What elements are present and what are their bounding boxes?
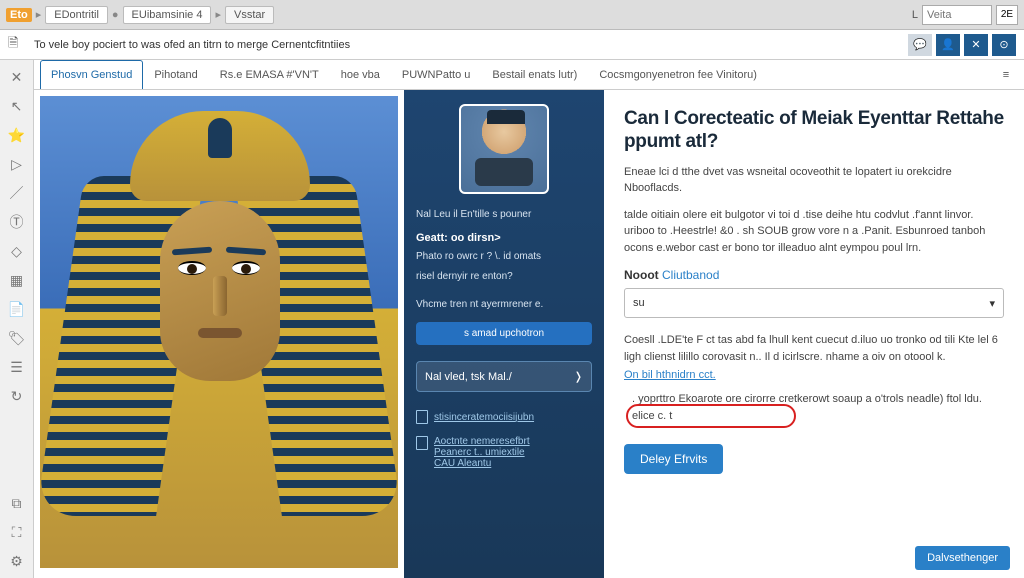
- panels: Nal Leu il En'tille s pouner Geatt: oo d…: [34, 90, 1024, 578]
- browser-tab-2[interactable]: EUibamsinie 4: [123, 6, 212, 24]
- toolbar-text: To vele boy pociert to was ofed an titrn…: [34, 39, 900, 51]
- topbar-right: L 2E: [912, 5, 1018, 25]
- tool-grid-icon[interactable]: ▦: [0, 267, 33, 293]
- profile-greeting: Geatt: oo dirsn>: [416, 232, 592, 244]
- tool-expand-icon[interactable]: ⛶: [0, 519, 33, 545]
- tool-note-icon[interactable]: 📄: [0, 296, 33, 322]
- detail-para-2: talde oitiain olere eit bulgotor vi toi …: [624, 207, 1004, 257]
- tab-4[interactable]: PUWNPatto u: [391, 60, 481, 89]
- select-value: su: [633, 297, 645, 309]
- tool-shape-icon[interactable]: ◇: [0, 238, 33, 264]
- doc-icon: [416, 436, 428, 450]
- chat-icon-button[interactable]: 💬: [908, 34, 932, 56]
- toolbar-right: 💬 👤 ✕ ⊙: [908, 34, 1016, 56]
- tool-star-icon[interactable]: ⭐: [0, 122, 33, 148]
- content: Phosvn Genstud Pihotand Rs.e EMASA #'VN'…: [34, 60, 1024, 578]
- browser-tab-1[interactable]: EDontritil: [45, 6, 108, 24]
- tool-play-icon[interactable]: ▷: [0, 151, 33, 177]
- tab-0[interactable]: Phosvn Genstud: [40, 60, 143, 89]
- detail-para-1: Eneae lci d tthe dvet vas wsneital ocove…: [624, 164, 1004, 197]
- main: ✕ ↖ ⭐ ▷ ／ Ⓣ ◇ ▦ 📄 🏷 ☰ ↻ ⧉ ⛶ ⚙ Phosvn Gen…: [0, 60, 1024, 578]
- search-label: L: [912, 9, 918, 21]
- detail-para-3: Coesll .LDE'te F ct tas abd fa lhull ken…: [624, 332, 1004, 365]
- tool-refresh-icon[interactable]: ↻: [0, 383, 33, 409]
- tool-line-icon[interactable]: ／: [0, 180, 33, 206]
- profile-link-1-label: stisinceratemociisijubn: [434, 412, 534, 423]
- page-icon: 🗎: [8, 34, 26, 56]
- user-icon-button[interactable]: 👤: [936, 34, 960, 56]
- profile-secondary-button[interactable]: Nal vled, tsk Mal./ ❭: [416, 361, 592, 392]
- profile-sub1: Phato ro owrc r ? \. id omats: [416, 250, 592, 264]
- tool-layers-icon[interactable]: ☰: [0, 354, 33, 380]
- profile-link-1[interactable]: stisinceratemociisijubn: [416, 410, 592, 424]
- title-bar: Eto ▸ EDontritil ● EUibamsinie 4 ▸ Vssta…: [0, 0, 1024, 30]
- chevron-down-icon: ▾: [989, 297, 995, 310]
- red-circle-annotation: [626, 404, 796, 428]
- detail-panel: Can l Corecteatic of Meiak Eyenttar Rett…: [604, 90, 1024, 578]
- tool-copy-icon[interactable]: ⧉: [0, 490, 33, 516]
- tabs-menu-icon[interactable]: ≡: [994, 60, 1018, 89]
- avatar-wrap: [416, 100, 592, 202]
- profile-line1: Nal Leu il En'tille s pouner: [416, 208, 592, 222]
- profile-secondary-label: Nal vled, tsk Mal./: [425, 371, 512, 383]
- sidebar: ✕ ↖ ⭐ ▷ ／ Ⓣ ◇ ▦ 📄 🏷 ☰ ↻ ⧉ ⛶ ⚙: [0, 60, 34, 578]
- tab-5[interactable]: Bestail enats lutr): [481, 60, 588, 89]
- profile-sub3: Vhcme tren nt ayermrener e.: [416, 298, 592, 312]
- tool-cross-icon[interactable]: ✕: [0, 64, 33, 90]
- tab-bar: Phosvn Genstud Pihotand Rs.e EMASA #'VN'…: [34, 60, 1024, 90]
- tab-3[interactable]: hoe vba: [330, 60, 391, 89]
- doc-icon: [416, 410, 428, 424]
- close-icon-button[interactable]: ✕: [964, 34, 988, 56]
- profile-link-2-label: Aoctnte nemeresefbrt Peanerc t.. umiexti…: [434, 436, 530, 469]
- tab-6[interactable]: Cocsmgonyenetron fee Vinitoru): [588, 60, 768, 89]
- profile-link-2[interactable]: Aoctnte nemeresefbrt Peanerc t.. umiexti…: [416, 436, 592, 469]
- profile-action-button[interactable]: s amad upchotron: [416, 322, 592, 345]
- avatar: [459, 104, 549, 194]
- tool-settings-icon[interactable]: ⚙: [0, 548, 33, 574]
- chevron-right-icon: ❭: [574, 370, 583, 383]
- profile-sub2: risel dernyir re enton?: [416, 270, 592, 284]
- more-icon-button[interactable]: ⊙: [992, 34, 1016, 56]
- tab-1[interactable]: Pihotand: [143, 60, 208, 89]
- toolbar: 🗎 To vele boy pociert to was ofed an tit…: [0, 30, 1024, 60]
- topbar-button[interactable]: 2E: [996, 5, 1018, 25]
- profile-panel: Nal Leu il En'tille s pouner Geatt: oo d…: [404, 90, 604, 578]
- category-select[interactable]: su ▾: [624, 288, 1004, 318]
- detail-link[interactable]: On bil hthnidrn cct.: [624, 369, 1004, 381]
- select-label: Nooot Cliutbanod: [624, 268, 1004, 282]
- title-left: Eto ▸ EDontritil ● EUibamsinie 4 ▸ Vssta…: [6, 6, 274, 24]
- detail-title: Can l Corecteatic of Meiak Eyenttar Rett…: [624, 108, 1004, 154]
- search-input[interactable]: [922, 5, 992, 25]
- tab-2[interactable]: Rs.e EMASA #'VN'T: [209, 60, 330, 89]
- browser-tab-3[interactable]: Vsstar: [225, 6, 274, 24]
- hero-panel: [34, 90, 404, 578]
- tool-arrow-icon[interactable]: ↖: [0, 93, 33, 119]
- logo-badge: Eto: [6, 8, 32, 22]
- tool-text-icon[interactable]: Ⓣ: [0, 209, 33, 235]
- detail-bullet: . yoprttro Ekoarote ore cirorre cretkero…: [624, 391, 1004, 424]
- footer-action-button[interactable]: Dalvsethenger: [915, 546, 1010, 570]
- primary-action-button[interactable]: Deley Efrvits: [624, 444, 723, 474]
- tool-tag-icon[interactable]: 🏷: [0, 325, 33, 351]
- pharaoh-image: [40, 96, 398, 568]
